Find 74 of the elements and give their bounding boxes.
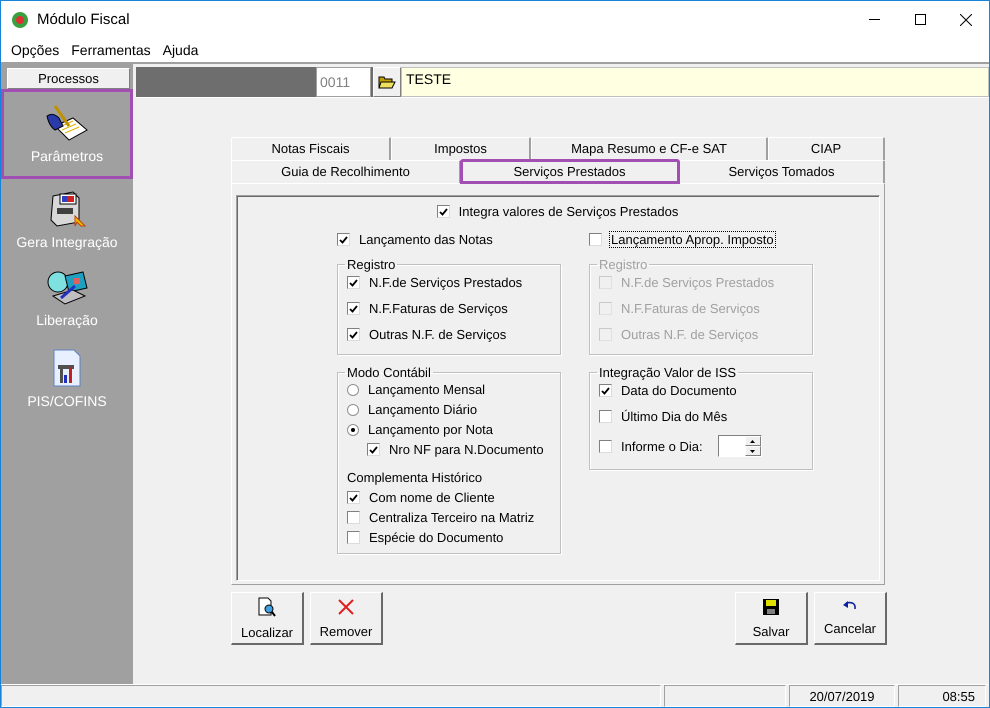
menu-item[interactable]: Ajuda [156, 42, 204, 58]
radio-label: Lançamento por Nota [367, 422, 494, 437]
checkbox-label: Último Dia do Mês [620, 409, 728, 424]
toolbar-button[interactable]: Remover [310, 592, 383, 645]
checkbox[interactable] [367, 443, 380, 456]
window-title: Módulo Fiscal [37, 11, 131, 28]
radio-label: Lançamento Mensal [367, 382, 486, 397]
checkbox[interactable] [347, 511, 360, 524]
tab[interactable]: Serviços Prestados [461, 160, 679, 183]
name-field[interactable]: TESTE [401, 67, 989, 97]
checkbox[interactable] [347, 531, 360, 544]
menu-item[interactable]: Ferramentas [65, 42, 157, 58]
checkbox-label: N.F.Faturas de Serviços [620, 301, 761, 316]
checkbox-label: Centraliza Terceiro na Matriz [368, 510, 536, 525]
checkbox-label: Data do Documento [620, 383, 738, 398]
checkbox-label: Outras N.F. de Serviços [620, 327, 760, 342]
person-laptop-icon [45, 270, 89, 306]
section-label: Complementa Histórico [347, 470, 484, 485]
app-icon [11, 10, 29, 28]
toolbar-button[interactable]: Salvar [735, 592, 808, 645]
status-date: 20/07/2019 [789, 685, 895, 707]
checkbox-label: N.F.de Serviços Prestados [620, 275, 776, 290]
checkbox[interactable] [599, 410, 612, 423]
checkbox[interactable] [347, 328, 360, 341]
close-icon [960, 14, 972, 26]
checkbox-label: Nro NF para N.Documento [388, 442, 545, 457]
checkbox-label: N.F.Faturas de Serviços [368, 301, 509, 316]
open-folder-button[interactable] [373, 67, 401, 97]
radio-label: Lançamento Diário [367, 402, 478, 417]
tab[interactable]: Guia de Recolhimento [231, 160, 461, 183]
checkbox[interactable] [337, 233, 350, 246]
checkbox-label: Lançamento Aprop. Imposto [610, 232, 775, 247]
tab[interactable]: Mapa Resumo e CF-e SAT [531, 137, 768, 160]
down-arrow-icon [750, 450, 756, 452]
up-arrow-icon [750, 440, 756, 442]
checkbox-label: Informe o Dia: [620, 438, 704, 454]
checkbox[interactable] [347, 491, 360, 504]
tab[interactable]: CIAP [768, 137, 885, 160]
status-time: 08:55 [898, 685, 986, 707]
radio-button[interactable] [347, 424, 359, 436]
day-spinner[interactable] [718, 435, 762, 457]
checkbox-label: Espécie do Documento [368, 530, 504, 545]
toolbar-button[interactable]: Localizar [231, 592, 304, 645]
code-field[interactable]: 0011 [316, 67, 371, 97]
close-icon [337, 598, 355, 616]
tab[interactable]: Notas Fiscais [231, 137, 391, 160]
checkbox-label: Outras N.F. de Serviços [368, 327, 508, 342]
radio-button[interactable] [347, 384, 359, 396]
tab[interactable]: Impostos [391, 137, 531, 160]
checkbox-label: Com nome de Cliente [368, 490, 496, 505]
checkbox[interactable] [599, 384, 612, 397]
group-title: Integração Valor de ISS [598, 365, 738, 380]
checkbox[interactable] [347, 302, 360, 315]
tab[interactable]: Serviços Tomados [679, 160, 885, 183]
toolbar-button[interactable]: Cancelar [814, 592, 887, 645]
group-title: Modo Contábil [346, 365, 432, 380]
checkbox-label: Integra valores de Serviços Prestados [458, 204, 680, 219]
document-tools-icon [52, 349, 82, 387]
checkbox-label: Lançamento das Notas [358, 232, 494, 247]
checkbox[interactable] [599, 440, 612, 452]
minimize-icon [868, 18, 880, 20]
checkbox[interactable] [589, 233, 602, 246]
checkbox-label: N.F.de Serviços Prestados [368, 275, 524, 290]
notepad-pen-icon [45, 104, 89, 142]
maximize-icon [914, 14, 926, 25]
checkbox[interactable] [347, 276, 360, 289]
folder-icon [378, 75, 396, 89]
checkbox[interactable] [436, 205, 450, 218]
menu-item[interactable]: Opções [5, 42, 66, 58]
sidebar-header: Processos [7, 68, 130, 89]
group-title: Registro [346, 257, 396, 272]
group-title: Registro [598, 257, 648, 272]
search-document-icon [258, 596, 276, 616]
radio-button[interactable] [347, 404, 359, 416]
